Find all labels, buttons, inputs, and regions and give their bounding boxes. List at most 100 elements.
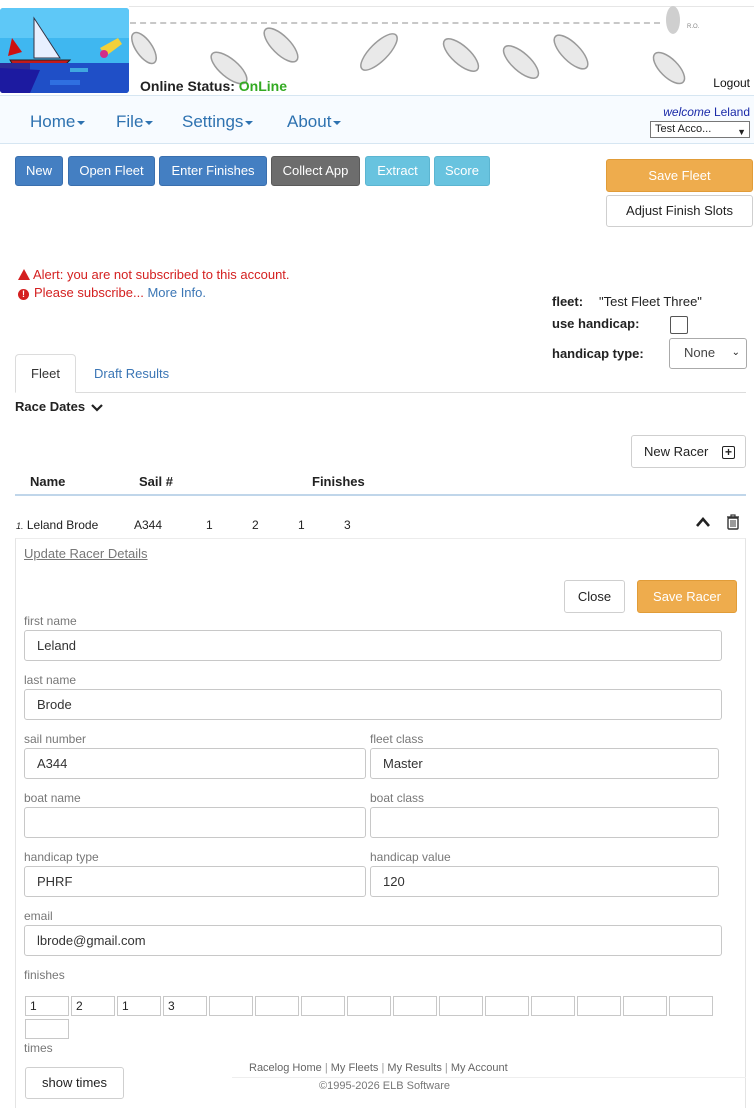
racer-sail-cell: A344	[134, 518, 163, 532]
table-header-divider	[15, 494, 746, 496]
new-racer-button[interactable]: New Racer +	[631, 435, 746, 468]
nav-file-menu[interactable]: File	[116, 112, 154, 132]
handicap-value-label: handicap value	[370, 850, 451, 864]
nav-settings-menu[interactable]: Settings	[182, 112, 254, 132]
handicap-type-field-label: handicap type	[24, 850, 99, 864]
tab-fleet[interactable]: Fleet	[15, 354, 76, 393]
finish-input[interactable]: 2	[71, 996, 115, 1016]
finish-input[interactable]: 1	[25, 996, 69, 1016]
chevron-up-icon[interactable]	[695, 516, 711, 528]
subscribe-notice: ! Please subscribe... More Info.	[18, 285, 206, 300]
fleet-label: fleet:	[552, 294, 584, 309]
finish-input[interactable]	[669, 996, 713, 1016]
column-header-name: Name	[30, 474, 66, 489]
update-racer-details-link[interactable]: Update Racer Details	[24, 546, 148, 561]
caret-down-icon	[333, 120, 342, 125]
handicap-type-select[interactable]: None ⌄	[669, 338, 747, 369]
fleet-name: "Test Fleet Three"	[599, 294, 702, 309]
chevron-down-icon	[90, 404, 103, 412]
column-header-sail: Sail #	[139, 474, 173, 489]
finish-input[interactable]	[623, 996, 667, 1016]
watermark-text: R.O.	[687, 24, 700, 30]
racelog-logo	[0, 8, 129, 93]
handicap-type-label: handicap type:	[552, 346, 644, 361]
score-button[interactable]: Score	[434, 156, 490, 186]
sail-number-field[interactable]: A344	[24, 748, 366, 779]
info-icon: !	[18, 289, 29, 300]
new-button[interactable]: New	[15, 156, 63, 186]
footer-divider	[232, 1077, 746, 1078]
enter-finishes-button[interactable]: Enter Finishes	[159, 156, 267, 186]
save-fleet-button[interactable]: Save Fleet	[606, 159, 753, 192]
welcome-text: welcome Leland	[663, 105, 750, 119]
handicap-value-field[interactable]: 120	[370, 866, 719, 897]
race-dates-toggle[interactable]: Race Dates	[15, 399, 103, 414]
use-handicap-label: use handicap:	[552, 316, 640, 331]
plus-icon: +	[722, 446, 735, 459]
online-status-label: Online Status:	[140, 78, 235, 94]
finish-cell: 1	[298, 518, 305, 532]
app-header: R.O. Online Status: OnLine Logout	[0, 0, 754, 95]
show-times-button[interactable]: show times	[25, 1067, 124, 1099]
extract-button[interactable]: Extract	[365, 156, 430, 186]
copyright-text: ©1995-2026 ELB Software	[319, 1080, 451, 1092]
boat-name-label: boat name	[24, 791, 81, 805]
chevron-down-icon: ▼	[737, 127, 746, 137]
finish-cell: 1	[206, 518, 213, 532]
footer-link-my-account[interactable]: My Account	[451, 1062, 508, 1074]
chevron-down-icon: ⌄	[731, 347, 740, 358]
finish-input[interactable]	[439, 996, 483, 1016]
last-name-label: last name	[24, 673, 77, 687]
boat-name-field[interactable]	[24, 807, 366, 838]
caret-down-icon	[145, 120, 154, 125]
tabs-divider	[15, 392, 746, 393]
finish-input[interactable]	[531, 996, 575, 1016]
finish-cell: 2	[252, 518, 259, 532]
first-name-label: first name	[24, 614, 77, 628]
nav-about-menu[interactable]: About	[287, 112, 342, 132]
column-header-finishes: Finishes	[312, 474, 365, 489]
trash-icon[interactable]	[726, 514, 740, 530]
finish-input[interactable]	[25, 1019, 69, 1039]
more-info-link[interactable]: More Info.	[147, 285, 206, 300]
account-select[interactable]: Test Acco... ▼	[650, 121, 750, 138]
email-field[interactable]: lbrode@gmail.com	[24, 925, 722, 956]
finish-input[interactable]	[255, 996, 299, 1016]
nav-home-menu[interactable]: Home	[30, 112, 86, 132]
use-handicap-checkbox[interactable]	[670, 316, 688, 334]
footer-links: Racelog Home | My Fleets | My Results | …	[249, 1062, 508, 1074]
finish-input[interactable]	[393, 996, 437, 1016]
adjust-finish-slots-button[interactable]: Adjust Finish Slots	[606, 195, 753, 227]
main-navbar: Home File Settings About welcome Leland …	[0, 95, 754, 144]
footer-link-my-results[interactable]: My Results	[387, 1062, 441, 1074]
last-name-field[interactable]: Brode	[24, 689, 722, 720]
collect-app-button[interactable]: Collect App	[271, 156, 360, 186]
finish-input[interactable]	[301, 996, 345, 1016]
save-racer-button[interactable]: Save Racer	[637, 580, 737, 613]
footer-link-racelog-home[interactable]: Racelog Home	[249, 1062, 322, 1074]
warning-icon	[18, 269, 30, 280]
handicap-type-field[interactable]: PHRF	[24, 866, 366, 897]
close-button[interactable]: Close	[564, 580, 625, 613]
logout-link[interactable]: Logout	[713, 76, 750, 90]
email-label: email	[24, 909, 53, 923]
finish-input[interactable]	[577, 996, 621, 1016]
subscription-alert: Alert: you are not subscribed to this ac…	[18, 267, 290, 282]
open-fleet-button[interactable]: Open Fleet	[68, 156, 155, 186]
finish-input[interactable]	[347, 996, 391, 1016]
fleet-class-field[interactable]: Master	[370, 748, 719, 779]
finish-input[interactable]	[485, 996, 529, 1016]
times-label: times	[24, 1041, 53, 1055]
tab-draft-results[interactable]: Draft Results	[94, 366, 169, 381]
footer-link-my-fleets[interactable]: My Fleets	[331, 1062, 379, 1074]
finish-cell: 3	[344, 518, 351, 532]
boat-class-label: boat class	[370, 791, 425, 805]
first-name-field[interactable]: Leland	[24, 630, 722, 661]
finish-input[interactable]	[209, 996, 253, 1016]
fleet-class-label: fleet class	[370, 732, 424, 746]
finish-input[interactable]: 1	[117, 996, 161, 1016]
finish-input[interactable]: 3	[163, 996, 207, 1016]
boat-class-field[interactable]	[370, 807, 719, 838]
caret-down-icon	[245, 120, 254, 125]
online-status: Online Status: OnLine	[140, 78, 287, 94]
